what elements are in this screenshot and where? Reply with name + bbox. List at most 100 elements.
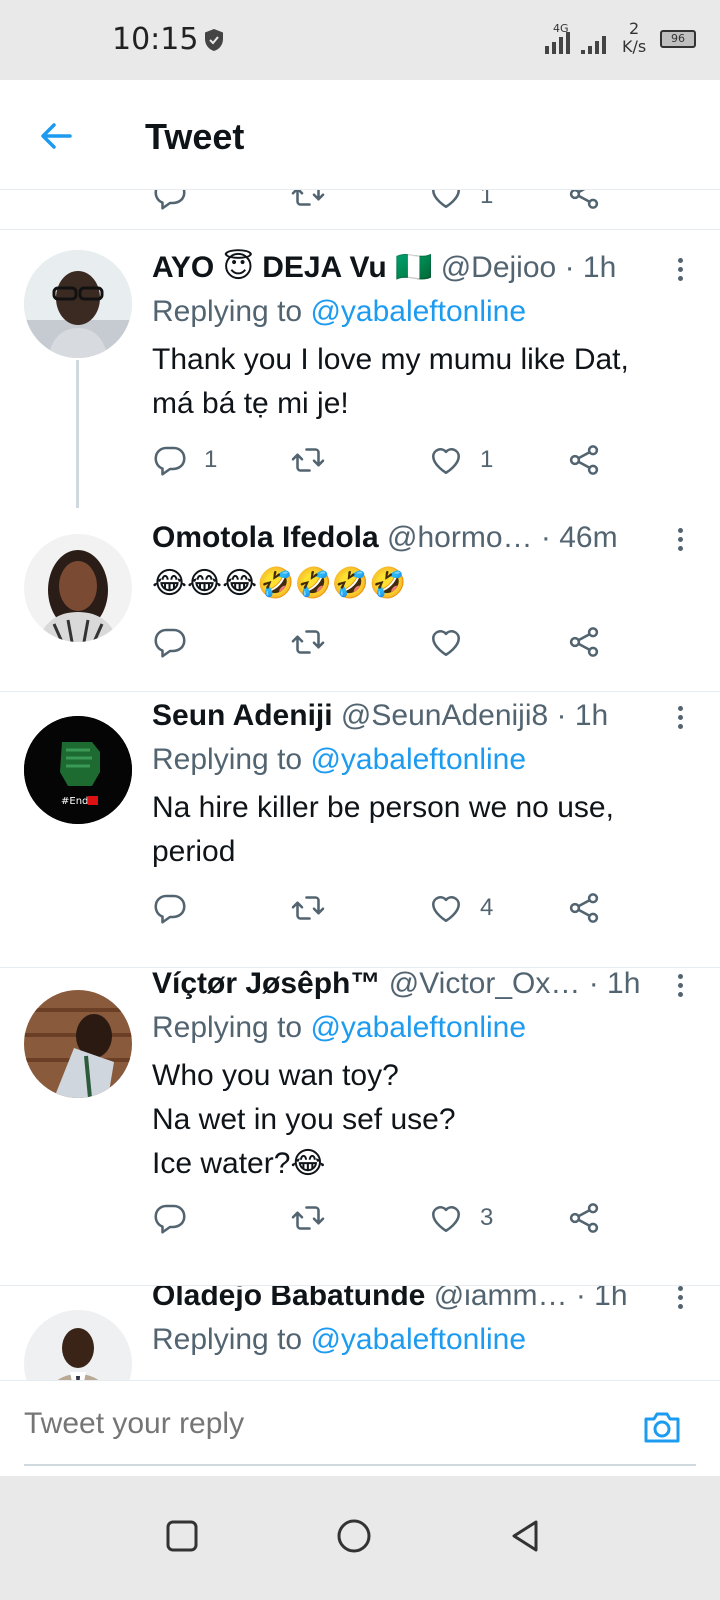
user-handle: @hormo… [387, 521, 533, 554]
timestamp: · 1h [564, 251, 617, 284]
share-button[interactable] [566, 620, 602, 664]
replying-to: Replying to @yabaleftonline [152, 295, 527, 328]
share-button[interactable] [566, 1196, 602, 1240]
share-button[interactable] [566, 438, 602, 482]
tweet-actions [152, 620, 692, 664]
timestamp: · 1h [556, 699, 609, 732]
more-options-icon[interactable] [668, 524, 692, 564]
share-icon [566, 1200, 602, 1236]
display-name[interactable]: Oladejo Babatunde [152, 1286, 425, 1312]
signal-icon [545, 32, 606, 54]
retweet-icon [290, 442, 326, 478]
like-icon [428, 890, 464, 926]
reply-icon[interactable] [152, 190, 188, 212]
status-bar: 10:15 4G 2 K/s 96 [0, 0, 720, 80]
avatar[interactable] [24, 534, 132, 642]
retweet-icon[interactable] [290, 190, 326, 212]
share-icon [566, 442, 602, 478]
back-arrow-icon[interactable] [36, 116, 76, 156]
page-title: Tweet [145, 116, 245, 157]
thread-line [76, 360, 79, 520]
avatar[interactable] [24, 990, 132, 1098]
display-name[interactable]: Omotola Ifedola [152, 521, 379, 554]
like-button[interactable]: 1 [428, 438, 493, 482]
tweet-item[interactable]: #End Seun Adeniji @SeunAdeniji8 · 1h Rep… [0, 692, 720, 968]
more-options-icon[interactable] [668, 970, 692, 1010]
display-name[interactable]: Seun Adeniji [152, 699, 333, 732]
tweet-actions: 3 [152, 1196, 692, 1240]
like-icon [428, 442, 464, 478]
like-icon [428, 624, 464, 660]
retweet-button[interactable] [290, 1196, 326, 1240]
avatar[interactable] [24, 1310, 132, 1380]
like-button[interactable]: 3 [428, 1196, 493, 1240]
top-app-bar: Tweet [0, 80, 720, 190]
share-button[interactable] [566, 886, 602, 930]
avatar[interactable]: #End [24, 716, 132, 824]
tweet-header: AYO 😇 DEJA Vu 🇳🇬 @Dejioo · 1h [152, 248, 640, 288]
tweet-actions: 4 [152, 886, 692, 930]
reply-button[interactable] [152, 620, 188, 664]
tweet-item[interactable]: AYO 😇 DEJA Vu 🇳🇬 @Dejioo · 1h Replying t… [0, 232, 720, 520]
status-time: 10:15 [112, 22, 199, 57]
mention-link[interactable]: @yabaleftonline [310, 1011, 526, 1044]
timestamp: · 1h [575, 1286, 628, 1312]
shield-icon [205, 29, 223, 51]
tweet-actions: 1 1 [152, 438, 692, 482]
reply-icon [152, 890, 188, 926]
retweet-button[interactable] [290, 886, 326, 930]
home-icon[interactable] [332, 1514, 376, 1558]
user-handle: @iamm… [433, 1286, 568, 1312]
retweet-icon [290, 1200, 326, 1236]
reply-button[interactable]: 1 [152, 438, 217, 482]
camera-icon[interactable] [640, 1405, 684, 1449]
recent-apps-icon[interactable] [160, 1514, 204, 1558]
reply-button[interactable] [152, 1196, 188, 1240]
like-icon[interactable] [428, 190, 464, 212]
reply-composer [0, 1380, 720, 1476]
timestamp: · 1h [588, 967, 640, 1000]
mention-link[interactable]: @yabaleftonline [310, 295, 526, 328]
user-handle: @Dejioo [440, 251, 557, 284]
retweet-button[interactable] [290, 620, 326, 664]
mention-link[interactable]: @yabaleftonline [310, 1323, 526, 1356]
tweet-text: Thank you I love my mumu like Dat, má bá… [152, 343, 629, 420]
display-name[interactable]: AYO 😇 DEJA Vu 🇳🇬 [152, 251, 432, 284]
reply-input[interactable] [24, 1407, 584, 1441]
reply-button[interactable] [152, 886, 188, 930]
reply-count: 1 [204, 446, 218, 473]
more-options-icon[interactable] [668, 254, 692, 294]
like-button[interactable] [428, 620, 464, 664]
reply-icon [152, 1200, 188, 1236]
display-name[interactable]: Víçtør Jøsêph™ [152, 967, 380, 1000]
reply-icon [152, 442, 188, 478]
share-icon [566, 890, 602, 926]
avatar-label: #End [61, 796, 88, 807]
reply-icon [152, 624, 188, 660]
like-count: 1 [480, 446, 494, 473]
avatar[interactable] [24, 250, 132, 358]
tweet-header: Seun Adeniji @SeunAdeniji8 · 1h [152, 696, 640, 736]
replying-to: Replying to @yabaleftonline [152, 1323, 527, 1356]
back-icon[interactable] [504, 1514, 548, 1558]
user-handle: @SeunAdeniji8 [340, 699, 549, 732]
more-options-icon[interactable] [668, 1286, 692, 1322]
mention-link[interactable]: @yabaleftonline [310, 743, 526, 776]
tweet-text: Who you wan toy? Na wet in you sef use? … [152, 1059, 456, 1180]
more-options-icon[interactable] [668, 702, 692, 742]
previous-tweet-actions: 1 [0, 190, 720, 230]
share-icon [566, 624, 602, 660]
tweet-item[interactable]: Omotola Ifedola @hormo… · 46m 😂😂😂🤣🤣🤣🤣 [0, 508, 720, 692]
retweet-icon [290, 624, 326, 660]
retweet-button[interactable] [290, 438, 326, 482]
like-count: 3 [480, 1204, 494, 1231]
like-count: 4 [480, 894, 494, 921]
tweet-header: Oladejo Babatunde @iamm… · 1h [152, 1286, 640, 1316]
tweet-item[interactable]: Oladejo Babatunde @iamm… · 1h Replying t… [0, 1286, 720, 1380]
share-icon[interactable] [566, 190, 602, 212]
tweet-item[interactable]: Víçtør Jøsêph™ @Victor_Ox… · 1h Replying… [0, 967, 720, 1286]
retweet-icon [290, 890, 326, 926]
tweet-text: 😂😂😂🤣🤣🤣🤣 [152, 567, 407, 600]
battery-icon: 96 [660, 30, 696, 48]
like-button[interactable]: 4 [428, 886, 493, 930]
